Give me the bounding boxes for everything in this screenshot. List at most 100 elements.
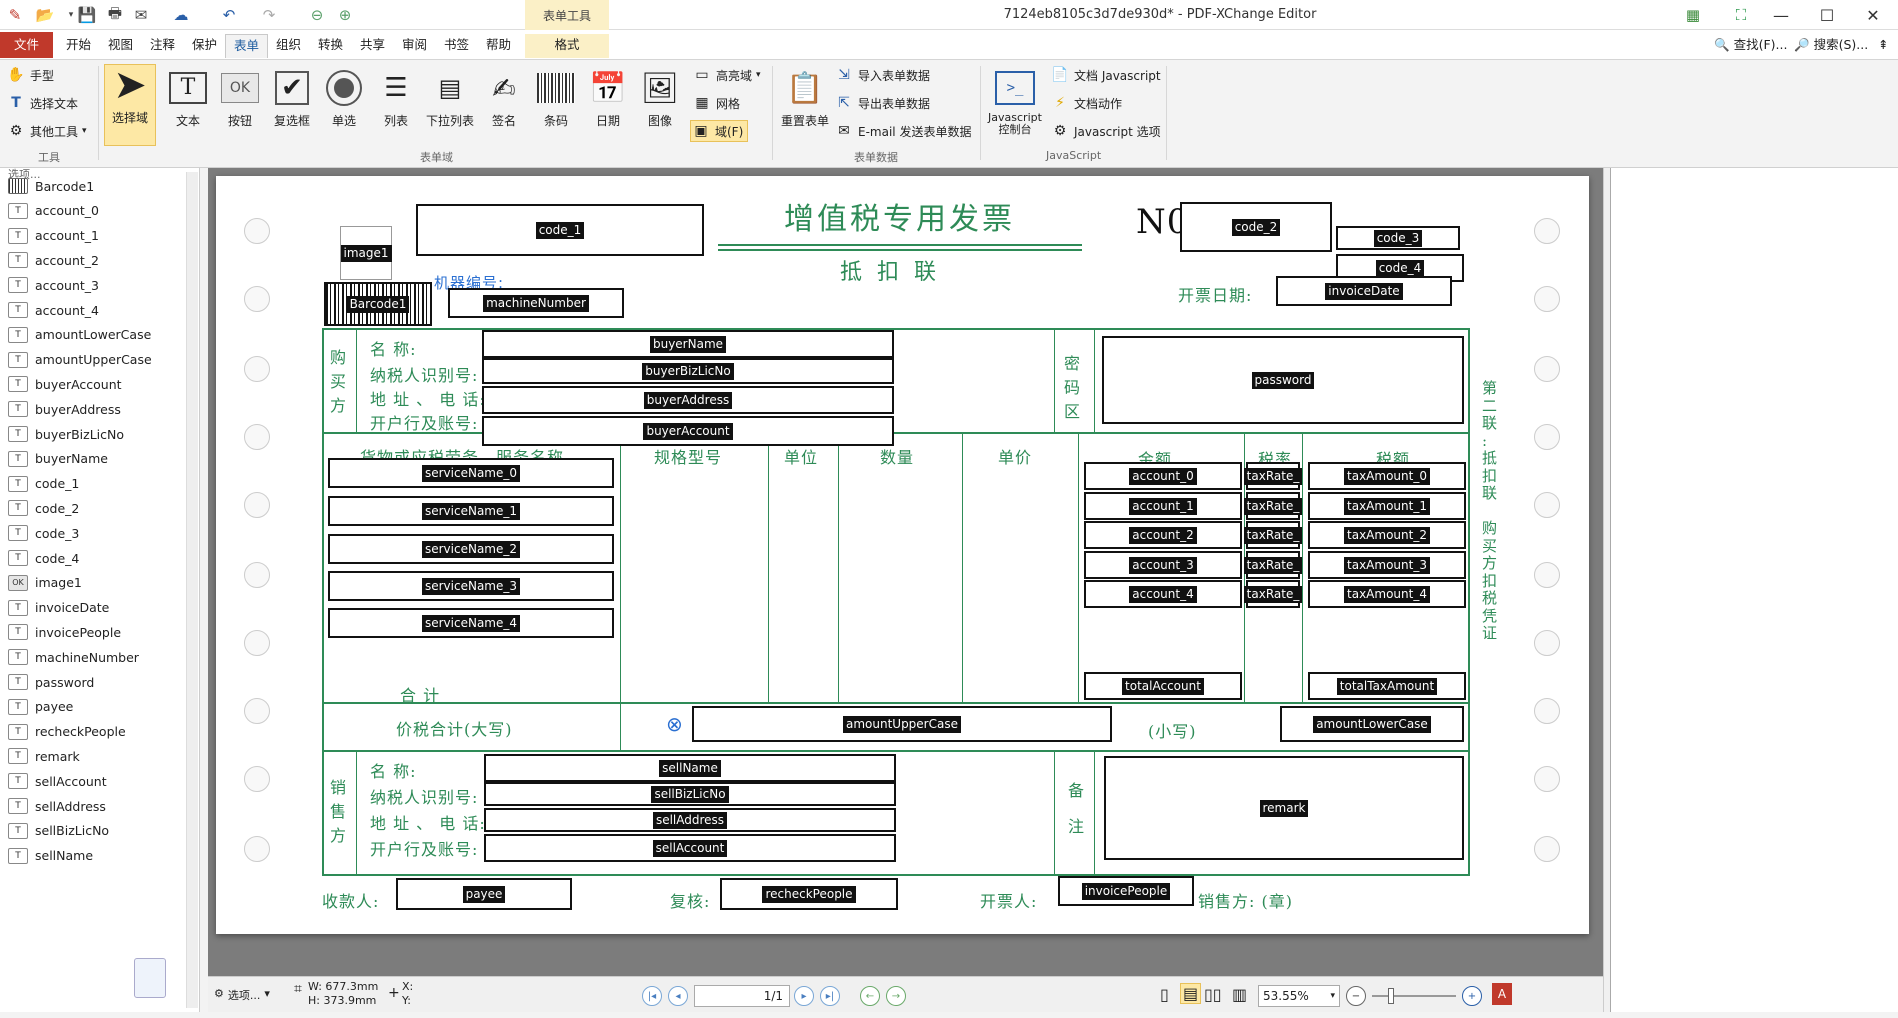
field-list-item[interactable]: TamountLowerCase [8, 323, 151, 347]
field-list-item[interactable]: TamountUpperCase [8, 348, 152, 372]
js-options-button[interactable]: ⚙ Javascript 选项 [1050, 120, 1161, 142]
field-list-item[interactable]: TbuyerAccount [8, 372, 122, 396]
amount-uppercase-field[interactable]: amountUpperCase [692, 706, 1112, 742]
radio-field-button[interactable]: 单选 [318, 68, 370, 129]
field-list-item[interactable]: TinvoiceDate [8, 596, 109, 620]
field-list-item[interactable]: Taccount_2 [8, 248, 99, 272]
tab-file[interactable]: 文件 [0, 32, 53, 58]
field-list-item[interactable]: Tpassword [8, 670, 94, 694]
import-form-data-button[interactable]: ⇲ 导入表单数据 [834, 64, 930, 86]
fields-panel-scrollbar[interactable] [186, 172, 198, 1008]
continuous-page-icon[interactable]: ▤ [1180, 983, 1202, 1004]
tab-share[interactable]: 共享 [352, 34, 393, 58]
minimize-button[interactable]: — [1758, 0, 1804, 30]
tax-rate-field[interactable]: taxRate_ [1243, 462, 1303, 490]
tax-rate-field[interactable]: taxRate_ [1243, 521, 1303, 549]
sell-address-field[interactable]: sellAddress [484, 808, 896, 832]
field-list-item[interactable]: TmachineNumber [8, 645, 139, 669]
password-field[interactable]: password [1102, 336, 1464, 424]
next-page-icon[interactable]: ▸ [794, 986, 814, 1006]
field-list-item[interactable]: Tcode_2 [8, 496, 79, 520]
other-tools-button[interactable]: ⚙ 其他工具 ▾ [6, 120, 87, 142]
tab-organize[interactable]: 组织 [268, 34, 309, 58]
tax-amount-field[interactable]: taxAmount_3 [1308, 551, 1466, 579]
service-name-field[interactable]: serviceName_3 [328, 571, 614, 601]
select-field-button[interactable]: ➤ 选择域 [104, 62, 156, 146]
find-button[interactable]: 🔍 查找(F)... [1706, 34, 1795, 58]
ui-options-icon[interactable]: ▦ [1682, 4, 1704, 26]
back-view-icon[interactable]: ← [860, 986, 880, 1006]
collapse-ribbon-icon[interactable]: ⇞ [1870, 34, 1896, 58]
email-icon[interactable]: ✉ [130, 4, 152, 26]
zoom-slider-handle[interactable] [1388, 988, 1394, 1004]
print-icon[interactable]: 🖶 [104, 4, 126, 26]
tab-format[interactable]: 格式 [525, 34, 609, 58]
page-number-input[interactable]: 1/1 [694, 985, 790, 1007]
last-page-icon[interactable]: ▸| [820, 986, 840, 1006]
field-list-item[interactable]: TrecheckPeople [8, 720, 126, 744]
tab-home[interactable]: 开始 [58, 34, 99, 58]
zoom-select[interactable]: 53.55% ▾ [1258, 985, 1340, 1007]
image-field-button[interactable]: 🖼 图像 [634, 68, 686, 129]
tax-amount-field[interactable]: taxAmount_0 [1308, 462, 1466, 490]
button-field-button[interactable]: OK 按钮 [214, 68, 266, 129]
service-name-field[interactable]: serviceName_4 [328, 608, 614, 638]
tax-amount-field[interactable]: taxAmount_4 [1308, 580, 1466, 608]
code-3-field[interactable]: code_3 [1336, 226, 1460, 250]
machine-number-field[interactable]: machineNumber [448, 288, 624, 318]
recheck-people-field[interactable]: recheckPeople [720, 878, 898, 910]
single-page-icon[interactable]: ▯ [1160, 985, 1169, 1004]
dropdown-field-button[interactable]: ▤ 下拉列表 [422, 68, 478, 129]
field-list-item[interactable]: Taccount_4 [8, 298, 99, 322]
export-form-data-button[interactable]: ⇱ 导出表单数据 [834, 92, 930, 114]
first-page-icon[interactable]: |◂ [642, 986, 662, 1006]
back-icon[interactable]: ⊖ [306, 4, 328, 26]
invoice-people-field[interactable]: invoicePeople [1058, 876, 1194, 906]
field-list-item[interactable]: TbuyerName [8, 447, 108, 471]
highlight-fields-button[interactable]: ▭ 高亮域 ▾ [692, 64, 760, 86]
tab-form[interactable]: 表单 [225, 34, 269, 58]
zoom-slider[interactable] [1372, 995, 1456, 997]
account-field[interactable]: account_3 [1084, 551, 1242, 579]
undo-icon[interactable]: ↶ [218, 4, 240, 26]
sell-name-field[interactable]: sellName [484, 754, 896, 782]
account-field[interactable]: account_2 [1084, 521, 1242, 549]
field-list-item[interactable]: Taccount_3 [8, 273, 99, 297]
sell-bizlicno-field[interactable]: sellBizLicNo [484, 782, 896, 806]
maximize-button[interactable]: ☐ [1804, 0, 1850, 30]
total-account-field[interactable]: totalAccount [1084, 672, 1242, 700]
facing-continuous-icon[interactable]: ▥ [1232, 985, 1247, 1004]
field-list-item[interactable]: Tpayee [8, 695, 73, 719]
field-list-item[interactable]: OK image1 [8, 571, 82, 595]
hand-tool-button[interactable]: ✋ 手型 [6, 64, 54, 86]
fullscreen-icon[interactable]: ⛶ [1730, 4, 1752, 26]
buyer-bizlicno-field[interactable]: buyerBizLicNo [482, 358, 894, 384]
text-field-button[interactable]: T 文本 [162, 68, 214, 129]
email-form-data-button[interactable]: ✉ E-mail 发送表单数据 [834, 120, 971, 142]
open-icon[interactable]: 📂 [34, 4, 56, 26]
close-button[interactable]: ✕ [1850, 0, 1896, 30]
code-2-field[interactable]: code_2 [1180, 202, 1332, 252]
account-field[interactable]: account_0 [1084, 462, 1242, 490]
field-list-item[interactable]: TbuyerBizLicNo [8, 422, 124, 446]
forward-icon[interactable]: ⊕ [334, 4, 356, 26]
redo-icon[interactable]: ↷ [258, 4, 280, 26]
service-name-field[interactable]: serviceName_1 [328, 496, 614, 526]
payee-field[interactable]: payee [396, 878, 572, 910]
invoice-date-field[interactable]: invoiceDate [1276, 276, 1452, 306]
barcode-field[interactable]: Barcode1 [324, 282, 432, 326]
field-list-item[interactable]: TsellBizLicNo [8, 819, 109, 843]
zoom-out-icon[interactable]: − [1346, 986, 1366, 1006]
service-name-field[interactable]: serviceName_0 [328, 458, 614, 488]
scan-icon[interactable]: ☁ [170, 4, 192, 26]
tab-view[interactable]: 视图 [100, 34, 141, 58]
js-console-button[interactable]: >_ Javascript 控制台 [984, 68, 1046, 136]
account-field[interactable]: account_4 [1084, 580, 1242, 608]
tax-amount-field[interactable]: taxAmount_2 [1308, 521, 1466, 549]
buyer-name-field[interactable]: buyerName [482, 330, 894, 358]
tab-comment[interactable]: 注释 [142, 34, 183, 58]
sell-account-field[interactable]: sellAccount [484, 834, 896, 862]
field-list-item[interactable]: TbuyerAddress [8, 397, 121, 421]
fields-toggle-button[interactable]: ▣ 域(F) [690, 120, 749, 142]
account-field[interactable]: account_1 [1084, 492, 1242, 520]
